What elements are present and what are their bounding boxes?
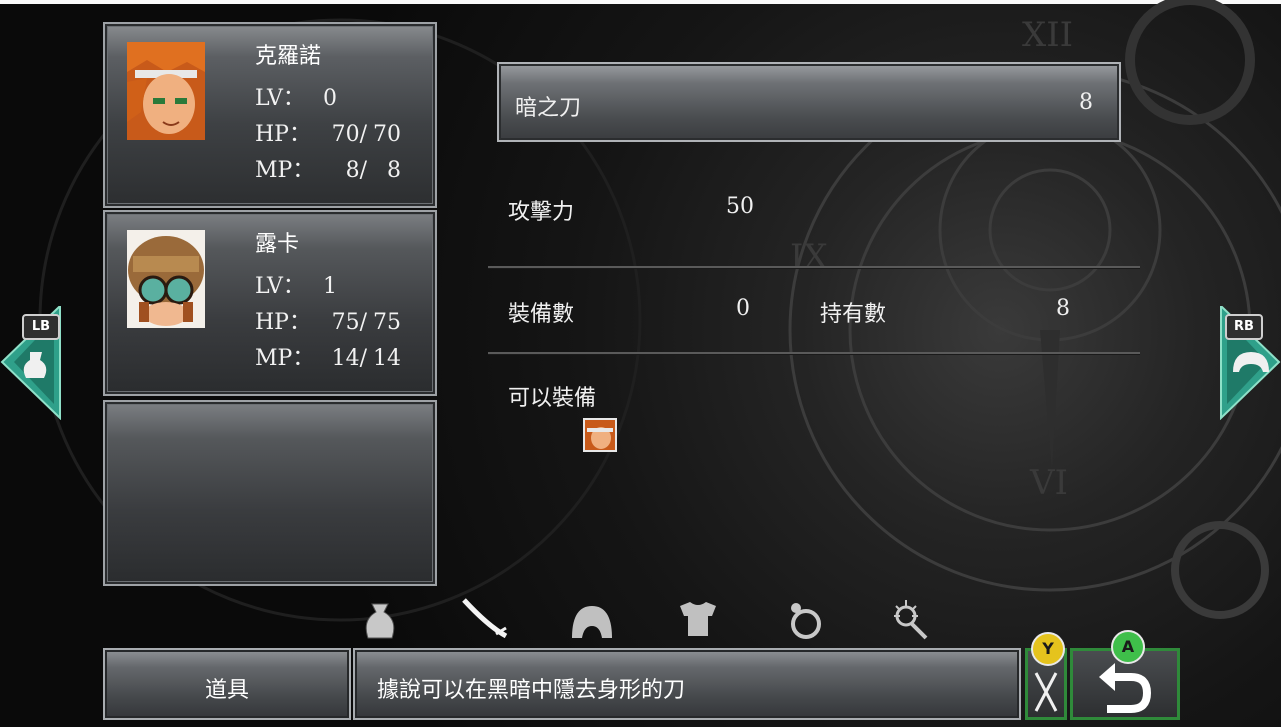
a-badge: A (1111, 630, 1145, 664)
attack-label: 攻擊力 (508, 200, 575, 225)
lucca-portrait (127, 230, 205, 328)
lb-badge: LB (22, 314, 60, 340)
item-quantity: 8 (1079, 90, 1093, 115)
ring-icon[interactable] (776, 596, 832, 644)
owned-label: 持有數 (820, 302, 887, 327)
chrono-mini-icon (583, 418, 617, 452)
equippable-label: 可以裝備 (508, 386, 597, 411)
character-name: 露卡 (255, 232, 300, 257)
selected-item-bar[interactable]: 暗之刀 8 (497, 62, 1121, 142)
character-card-chrono[interactable]: 克羅諾 LV： 0 HP： 70/70 MP： 8/8 (103, 22, 437, 208)
sword-icon[interactable] (458, 596, 514, 644)
mp-row: MP： 14/14 (255, 346, 401, 371)
equipped-label: 裝備數 (508, 302, 575, 327)
divider (488, 266, 1140, 269)
svg-text:XII: XII (1022, 15, 1073, 55)
lb-nav-button[interactable]: LB (0, 303, 62, 424)
svg-text:VI: VI (1029, 463, 1068, 503)
mp-row: MP： 8/8 (255, 158, 401, 183)
items-tab-label: 道具 (205, 678, 250, 703)
character-name: 克羅諾 (255, 44, 322, 69)
character-card-lucca[interactable]: 露卡 LV： 1 HP： 75/75 MP： 14/14 (103, 210, 437, 396)
items-tab-button[interactable]: 道具 (103, 648, 351, 720)
bag-icon[interactable] (352, 596, 408, 644)
level-row: LV： 1 (255, 274, 337, 299)
rb-badge: RB (1225, 314, 1263, 340)
equipped-value: 0 (736, 296, 750, 321)
owned-value: 8 (1056, 296, 1070, 321)
divider (488, 352, 1140, 355)
hp-row: HP： 70/70 (255, 122, 401, 147)
hp-row: HP： 75/75 (255, 310, 401, 335)
armor-icon[interactable] (670, 596, 726, 644)
accessory-icon[interactable] (882, 596, 938, 644)
character-card-empty[interactable] (103, 400, 437, 586)
item-description: 據說可以在黑暗中隱去身形的刀 (377, 678, 686, 703)
description-box: 據說可以在黑暗中隱去身形的刀 (353, 648, 1021, 720)
chrono-portrait (127, 42, 205, 140)
helmet-icon[interactable] (564, 596, 620, 644)
svg-text:IX: IX (790, 237, 828, 277)
item-name: 暗之刀 (515, 96, 582, 121)
level-row: LV： 0 (255, 86, 337, 111)
rb-nav-button[interactable]: RB (1219, 303, 1281, 424)
y-badge: Y (1031, 632, 1065, 666)
attack-value: 50 (726, 194, 754, 219)
